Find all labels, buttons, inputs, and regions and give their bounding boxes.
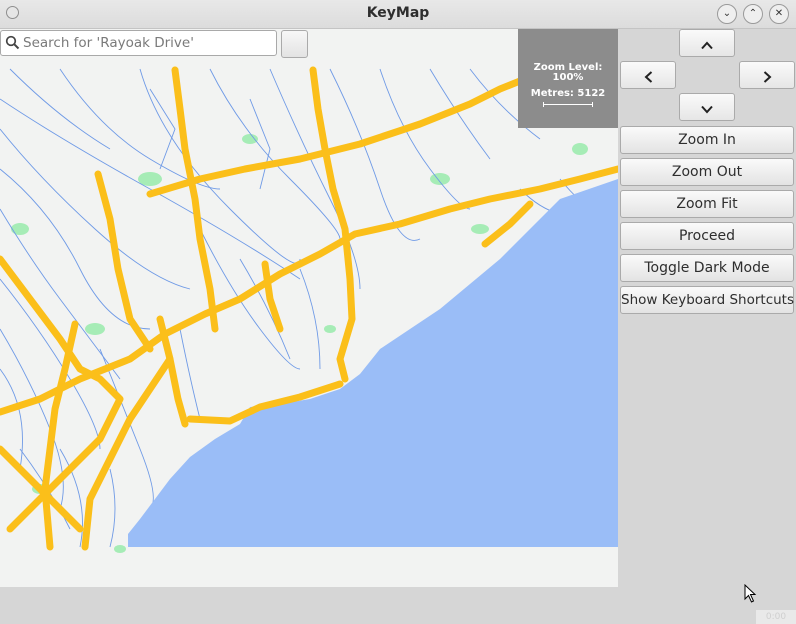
search-input[interactable] <box>23 33 273 53</box>
search-button[interactable] <box>281 30 308 58</box>
window-title: KeyMap <box>366 5 430 21</box>
zoom-level-value: 100% <box>552 72 584 83</box>
maximize-icon[interactable]: ⌃ <box>743 4 763 24</box>
search-box[interactable] <box>0 30 277 56</box>
metres-readout: Metres: 5122 <box>530 88 606 99</box>
pan-right-button[interactable] <box>739 61 795 89</box>
pan-up-button[interactable] <box>679 29 735 57</box>
close-icon[interactable]: ✕ <box>769 4 789 24</box>
zoom-out-button[interactable]: Zoom Out <box>620 158 794 186</box>
map-area[interactable]: Zoom Level: 100% Metres: 5122 <box>0 29 618 587</box>
zoom-fit-button[interactable]: Zoom Fit <box>620 190 794 218</box>
minimize-icon[interactable]: ⌄ <box>717 4 737 24</box>
status-counter: 0:00 <box>756 610 796 624</box>
chevron-down-icon <box>701 105 713 114</box>
proceed-button[interactable]: Proceed <box>620 222 794 250</box>
show-keyboard-shortcuts-button[interactable]: Show Keyboard Shortcuts <box>620 286 794 314</box>
pan-left-button[interactable] <box>620 61 676 89</box>
scale-bar <box>543 102 593 107</box>
zoom-level-readout: Zoom Level: 100% <box>518 63 618 83</box>
chevron-left-icon <box>644 70 652 83</box>
zoom-info-panel: Zoom Level: 100% Metres: 5122 <box>518 29 618 128</box>
chevron-up-icon <box>701 41 713 50</box>
pan-down-button[interactable] <box>679 93 735 121</box>
control-panel: Zoom In Zoom Out Zoom Fit Proceed Toggle… <box>618 29 796 624</box>
zoom-in-button[interactable]: Zoom In <box>620 126 794 154</box>
title-bar: KeyMap ⌄ ⌃ ✕ <box>0 0 796 29</box>
search-icon <box>5 35 20 50</box>
toggle-dark-mode-button[interactable]: Toggle Dark Mode <box>620 254 794 282</box>
mouse-pointer-icon <box>744 584 757 603</box>
chevron-right-icon <box>763 70 771 83</box>
